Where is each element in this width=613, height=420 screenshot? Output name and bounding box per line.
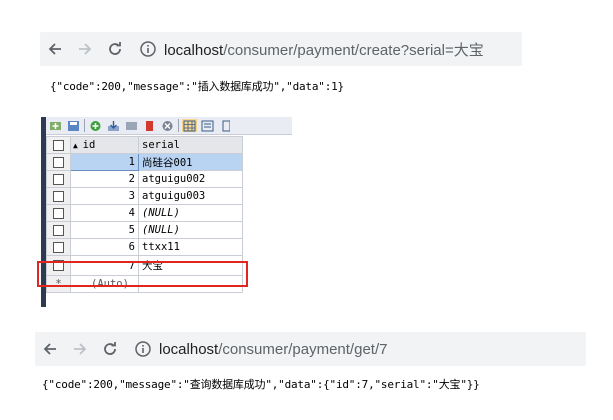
table-row[interactable]: 6 ttxx11: [46, 238, 243, 256]
url-input[interactable]: localhost/consumer/payment/create?serial…: [134, 35, 522, 63]
cell-serial[interactable]: (NULL): [138, 204, 243, 222]
cell-id[interactable]: 1: [70, 153, 139, 171]
url-path: /consumer/payment/get/7: [218, 340, 388, 358]
info-icon[interactable]: [133, 339, 153, 359]
cell-id[interactable]: 2: [70, 170, 139, 188]
image-icon[interactable]: [124, 119, 139, 132]
row-checkbox[interactable]: [46, 153, 71, 171]
sort-asc-icon: ▲: [73, 141, 83, 150]
column-header-id-label: id: [82, 139, 96, 151]
table-row[interactable]: 5 (NULL): [46, 221, 243, 239]
reload-icon[interactable]: [100, 34, 130, 64]
back-icon[interactable]: [40, 34, 70, 64]
highlight-box: [37, 261, 248, 287]
url-text: localhost/consumer/payment/get/7: [159, 341, 387, 358]
url-host: localhost: [159, 340, 219, 358]
cell-serial[interactable]: (NULL): [138, 221, 243, 239]
table-row[interactable]: 4 (NULL): [46, 204, 243, 222]
cell-id[interactable]: 3: [70, 187, 139, 205]
row-checkbox[interactable]: [46, 204, 71, 222]
row-checkbox[interactable]: [46, 238, 71, 256]
insert-row-icon[interactable]: [48, 119, 63, 132]
back-icon[interactable]: [35, 334, 65, 364]
table-row[interactable]: 2 atguigu002: [46, 170, 243, 188]
toolbar-divider: [84, 119, 85, 132]
row-checkbox[interactable]: [46, 221, 71, 239]
cell-id[interactable]: 5: [70, 221, 139, 239]
forward-icon[interactable]: [70, 34, 100, 64]
text-view-icon[interactable]: [218, 119, 233, 132]
cell-id[interactable]: 4: [70, 204, 139, 222]
row-checkbox[interactable]: [46, 187, 71, 205]
browser-address-bar-create: localhost/consumer/payment/create?serial…: [40, 32, 522, 66]
cell-serial[interactable]: ttxx11: [138, 238, 243, 256]
table-row[interactable]: 3 atguigu003: [46, 187, 243, 205]
column-header-serial[interactable]: serial: [138, 136, 243, 154]
download-icon[interactable]: [106, 119, 121, 132]
save-icon[interactable]: [66, 119, 81, 132]
row-checkbox[interactable]: [46, 170, 71, 188]
url-path: /consumer/payment/create?serial=大宝: [223, 41, 484, 59]
toolbar-divider: [178, 119, 179, 132]
url-text: localhost/consumer/payment/create?serial…: [164, 39, 484, 60]
select-all-checkbox[interactable]: [46, 136, 71, 154]
table-header-row: ▲ id serial: [46, 136, 243, 154]
column-header-serial-label: serial: [142, 139, 180, 151]
add-icon[interactable]: [88, 119, 103, 132]
form-view-icon[interactable]: [200, 119, 215, 132]
cancel-icon[interactable]: [160, 119, 175, 132]
response-json-get: {"code":200,"message":"查询数据库成功","data":{…: [42, 378, 480, 391]
response-json-create: {"code":200,"message":"插入数据库成功","data":1…: [50, 80, 344, 93]
cell-serial[interactable]: 尚硅谷001: [138, 153, 243, 171]
reload-icon[interactable]: [95, 334, 125, 364]
info-icon[interactable]: [138, 39, 158, 59]
table-toolbar: [46, 117, 292, 135]
browser-address-bar-get: localhost/consumer/payment/get/7: [35, 332, 586, 366]
forward-icon[interactable]: [65, 334, 95, 364]
url-input[interactable]: localhost/consumer/payment/get/7: [129, 335, 586, 363]
table-row[interactable]: 1 尚硅谷001: [46, 153, 243, 171]
cell-serial[interactable]: atguigu003: [138, 187, 243, 205]
delete-icon[interactable]: [142, 119, 157, 132]
column-header-id[interactable]: ▲ id: [70, 136, 139, 154]
grid-view-icon[interactable]: [182, 119, 197, 132]
url-host: localhost: [164, 41, 224, 59]
cell-id[interactable]: 6: [70, 238, 139, 256]
cell-serial[interactable]: atguigu002: [138, 170, 243, 188]
